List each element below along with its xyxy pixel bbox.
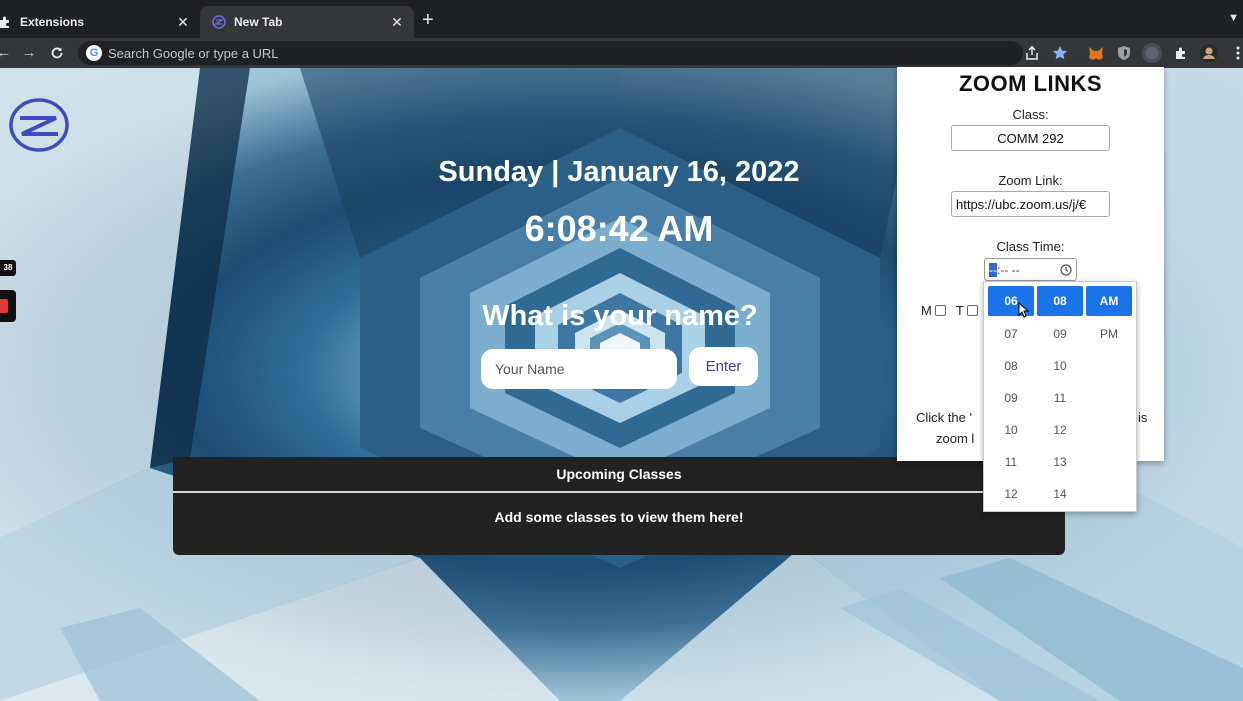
hour-option[interactable]: 08 — [988, 350, 1034, 382]
mouse-cursor-icon — [1018, 302, 1030, 318]
address-input[interactable] — [108, 44, 978, 62]
tab-new-tab[interactable]: New Tab ✕ — [200, 6, 414, 38]
side-record-icon[interactable] — [0, 290, 16, 322]
name-input[interactable] — [481, 349, 677, 389]
forward-arrow-icon[interactable]: → — [19, 43, 39, 63]
zoom-links-favicon-icon — [212, 15, 226, 29]
minute-option[interactable]: 08 — [1037, 286, 1083, 316]
profile-extension-icon[interactable] — [1142, 43, 1162, 63]
instructions-line-2: zoom l — [936, 431, 975, 446]
side-badge[interactable]: 38 — [0, 260, 16, 276]
shield-extension-icon[interactable] — [1114, 43, 1134, 63]
minute-option[interactable]: 10 — [1037, 350, 1083, 382]
time-picker-dropdown: 06 07 08 09 10 11 12 08 09 10 11 12 13 1… — [983, 281, 1137, 512]
class-input[interactable] — [951, 125, 1110, 151]
upcoming-classes-title: Upcoming Classes — [556, 466, 682, 482]
minute-option[interactable]: 09 — [1037, 318, 1083, 350]
google-icon: G — [86, 45, 102, 61]
day-checkboxes: M T — [921, 303, 978, 318]
popup-title: ZOOM LINKS — [958, 71, 1103, 96]
puzzle-icon — [0, 15, 12, 29]
avatar-icon[interactable] — [1199, 43, 1219, 63]
back-arrow-icon[interactable]: ← — [0, 43, 14, 63]
day-checkbox[interactable] — [966, 305, 978, 316]
ampm-column: AM PM — [1086, 286, 1132, 350]
minute-column: 08 09 10 11 12 13 14 — [1037, 286, 1083, 510]
time-hour-segment[interactable]: -- — [989, 263, 997, 277]
current-date: Sunday | January 16, 2022 — [438, 156, 800, 188]
clock-icon[interactable] — [1060, 264, 1072, 276]
instructions-line-1: Click the ' — [916, 410, 972, 425]
tab-label: Extensions — [20, 15, 85, 29]
class-time-input[interactable]: --:-- -- — [984, 258, 1077, 281]
class-time-label: Class Time: — [996, 239, 1065, 254]
puzzle-extensions-icon[interactable] — [1171, 43, 1191, 63]
tab-close-icon[interactable]: ✕ — [172, 14, 194, 31]
zoom-links-logo-icon — [9, 98, 69, 152]
minute-option[interactable]: 11 — [1037, 382, 1083, 414]
day-label: M — [921, 303, 932, 318]
upcoming-classes-panel: Upcoming Classes Add some classes to vie… — [173, 457, 1065, 555]
hour-column: 06 07 08 09 10 11 12 — [988, 286, 1034, 510]
hour-option[interactable]: 10 — [988, 414, 1034, 446]
day-label: T — [955, 303, 964, 318]
tab-extensions[interactable]: Extensions ✕ — [0, 6, 200, 38]
tab-close-icon[interactable]: ✕ — [386, 14, 408, 31]
current-time: 6:08:42 AM — [524, 208, 714, 249]
day-tuesday[interactable]: T — [956, 303, 978, 318]
tab-label: New Tab — [234, 15, 283, 29]
zoom-link-input[interactable] — [951, 191, 1110, 217]
menu-dots-icon[interactable] — [1228, 43, 1243, 63]
hour-option[interactable]: 12 — [988, 478, 1034, 510]
divider — [173, 491, 1065, 493]
enter-button[interactable]: Enter — [689, 347, 758, 386]
hour-option[interactable]: 09 — [988, 382, 1034, 414]
metamask-icon[interactable] — [1086, 43, 1106, 63]
hour-option[interactable]: 07 — [988, 318, 1034, 350]
minute-option[interactable]: 14 — [1037, 478, 1083, 510]
name-prompt-heading: What is your name? — [482, 300, 758, 332]
ampm-option[interactable]: PM — [1086, 318, 1132, 350]
tab-search-chevron-icon[interactable]: ▼ — [1228, 12, 1239, 24]
bookmark-star-icon[interactable] — [1050, 43, 1070, 63]
hour-option[interactable]: 11 — [988, 446, 1034, 478]
ampm-option[interactable]: AM — [1086, 286, 1132, 316]
address-bar[interactable]: G — [78, 41, 1023, 65]
day-checkbox[interactable] — [934, 305, 946, 316]
instructions-line-1-end: is — [1138, 410, 1148, 425]
reload-icon[interactable] — [47, 43, 67, 66]
day-monday[interactable]: M — [921, 303, 946, 318]
zoom-link-label: Zoom Link: — [998, 173, 1063, 188]
empty-classes-message: Add some classes to view them here! — [494, 509, 744, 525]
class-label: Class: — [1012, 107, 1049, 122]
tab-strip: Extensions ✕ New Tab ✕ + ▼ — [0, 0, 1243, 38]
minute-option[interactable]: 13 — [1037, 446, 1083, 478]
browser-toolbar: ← → G — [0, 38, 1243, 68]
share-icon[interactable] — [1022, 43, 1042, 63]
time-rest-segment[interactable]: :-- -- — [997, 263, 1020, 277]
minute-option[interactable]: 12 — [1037, 414, 1083, 446]
new-tab-plus-icon[interactable]: + — [422, 9, 434, 31]
